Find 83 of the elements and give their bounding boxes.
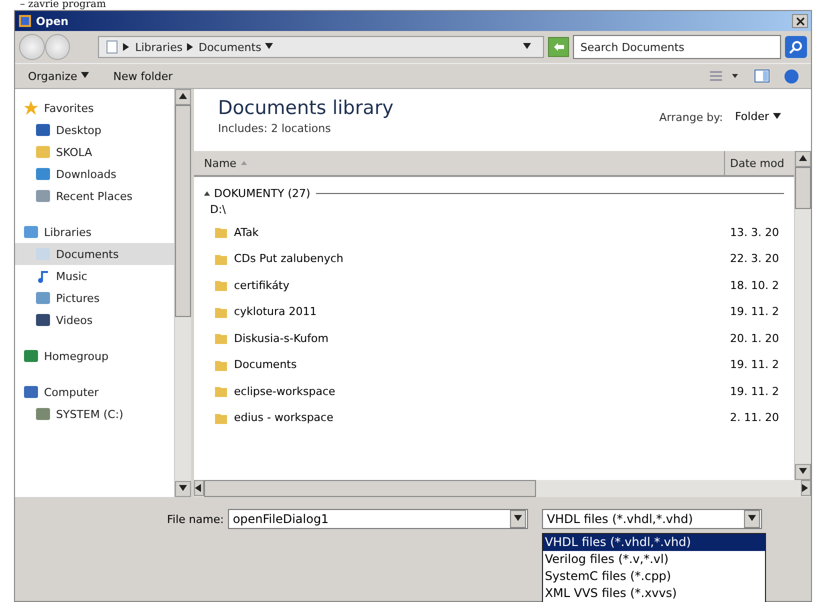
scroll-thumb[interactable] [204,480,536,497]
scroll-up-icon[interactable] [179,93,187,101]
scroll-left-icon[interactable] [195,484,203,492]
window-title: Open [36,14,70,28]
date-cell-text: 19. 11. 2 [730,305,780,318]
arrange-dropdown[interactable]: Folder [733,108,787,125]
scroll-up-icon[interactable] [799,155,807,163]
caret-icon[interactable] [265,43,274,51]
scrollbar[interactable] [794,151,811,480]
background-text: – zavrie program [19,0,107,10]
star-icon [23,101,39,115]
file-name[interactable]: certifikáty [214,278,290,292]
navigation-item[interactable]: Computer [15,381,174,403]
date-cell-text: 19. 11. 2 [730,358,780,372]
navigation-item[interactable]: Videos [15,309,174,331]
file-name[interactable]: edius - workspace [214,410,334,425]
navigation-item[interactable]: Favorites [15,97,174,119]
date-cell-text: 13. 3. 20 [730,226,780,239]
file-name-field[interactable]: openFileDialog1 [228,509,528,529]
search-button[interactable] [785,36,807,58]
file-name[interactable]: Diskusia-s-Kufom [214,331,328,346]
new-folder-button[interactable]: New folder [110,68,176,84]
caret-icon [773,112,781,120]
address-field[interactable]: Libraries Documents [98,36,544,58]
breadcrumb[interactable]: Documents [198,40,262,54]
file-name[interactable]: cyklotura 2011 [214,304,317,319]
library-title: Documents library [218,97,394,119]
date-cell-text: 22. 3. 20 [730,252,780,266]
date-cell-text: 20. 1. 20 [730,332,780,345]
chevron-icon[interactable] [186,43,195,51]
navigation-item[interactable]: SYSTEM (C:) [15,403,174,425]
file-name-label: File name: [167,513,224,526]
scroll-thumb[interactable] [795,167,811,209]
close-button[interactable] [792,14,808,28]
organize-button[interactable]: Organize [25,68,96,84]
breadcrumb[interactable]: Libraries [135,40,183,54]
scroll-down-icon[interactable] [179,485,187,493]
file-type-option[interactable]: SystemC files (*.cpp) [542,568,765,585]
navigation-item[interactable]: Libraries [15,221,174,243]
scroll-right-icon[interactable] [802,484,810,492]
collapse-caret-icon [204,190,210,196]
file-type-option[interactable]: VHDL files (*.vhdl,*.vhd) [542,534,765,551]
horizontal-scrollbar[interactable] [194,480,811,497]
chevron-icon[interactable] [123,43,132,51]
scrollbar[interactable] [174,89,191,497]
navigation-item[interactable]: SKOLA [15,141,174,163]
file-name[interactable]: Documents [214,358,297,372]
music-note-icon [35,269,51,283]
file-name[interactable]: ATak [214,225,259,240]
sort-caret-icon [241,161,248,165]
dropdown-caret-icon[interactable] [748,515,756,523]
navigation-item[interactable]: Pictures [15,287,174,309]
arrow-icon [552,41,566,53]
arrange-label: Arrange by: [659,111,723,124]
search-icon [789,40,804,54]
date-cell-text: 19. 11. 2 [730,384,780,398]
navigation-item[interactable]: Homegroup [15,345,174,367]
refresh-button[interactable] [548,37,570,57]
dropdown-caret-icon[interactable] [522,43,531,51]
navigation-item[interactable]: Recent Places [15,185,174,207]
file-name[interactable]: CDs Put zalubenych [214,252,344,266]
file-type-option[interactable]: Verilog files (*.v,*.vl) [542,551,765,568]
navigation-item[interactable]: Documents [15,243,174,265]
scroll-thumb[interactable] [175,105,191,317]
group-path: D:\ [209,203,227,218]
navigation-item[interactable]: Desktop [15,119,174,141]
window-icon [18,14,32,28]
group-header[interactable]: DOKUMENTY (27) [200,186,310,200]
date-cell-text: 18. 10. 2 [730,278,780,292]
navigation-item[interactable]: Music [15,265,174,287]
file-type-dropdown[interactable]: VHDL files (*.vhdl,*.vhd) [542,509,762,529]
date-cell-text: 2. 11. 20 [730,411,780,424]
preview-pane-icon[interactable] [754,69,770,83]
scroll-down-icon[interactable] [799,468,807,476]
navigation-item[interactable]: Downloads [15,163,174,185]
library-subtitle: Includes: 2 locations [218,122,332,135]
file-type-option[interactable]: XML VVS files (*.xvvs) [542,585,765,602]
caret-icon [81,72,90,80]
column-header[interactable]: Name [194,151,724,175]
view-options-icon[interactable] [710,70,740,82]
file-name[interactable]: eclipse-workspace [214,384,336,398]
close-icon [796,16,804,26]
dropdown-caret-icon[interactable] [514,515,522,523]
